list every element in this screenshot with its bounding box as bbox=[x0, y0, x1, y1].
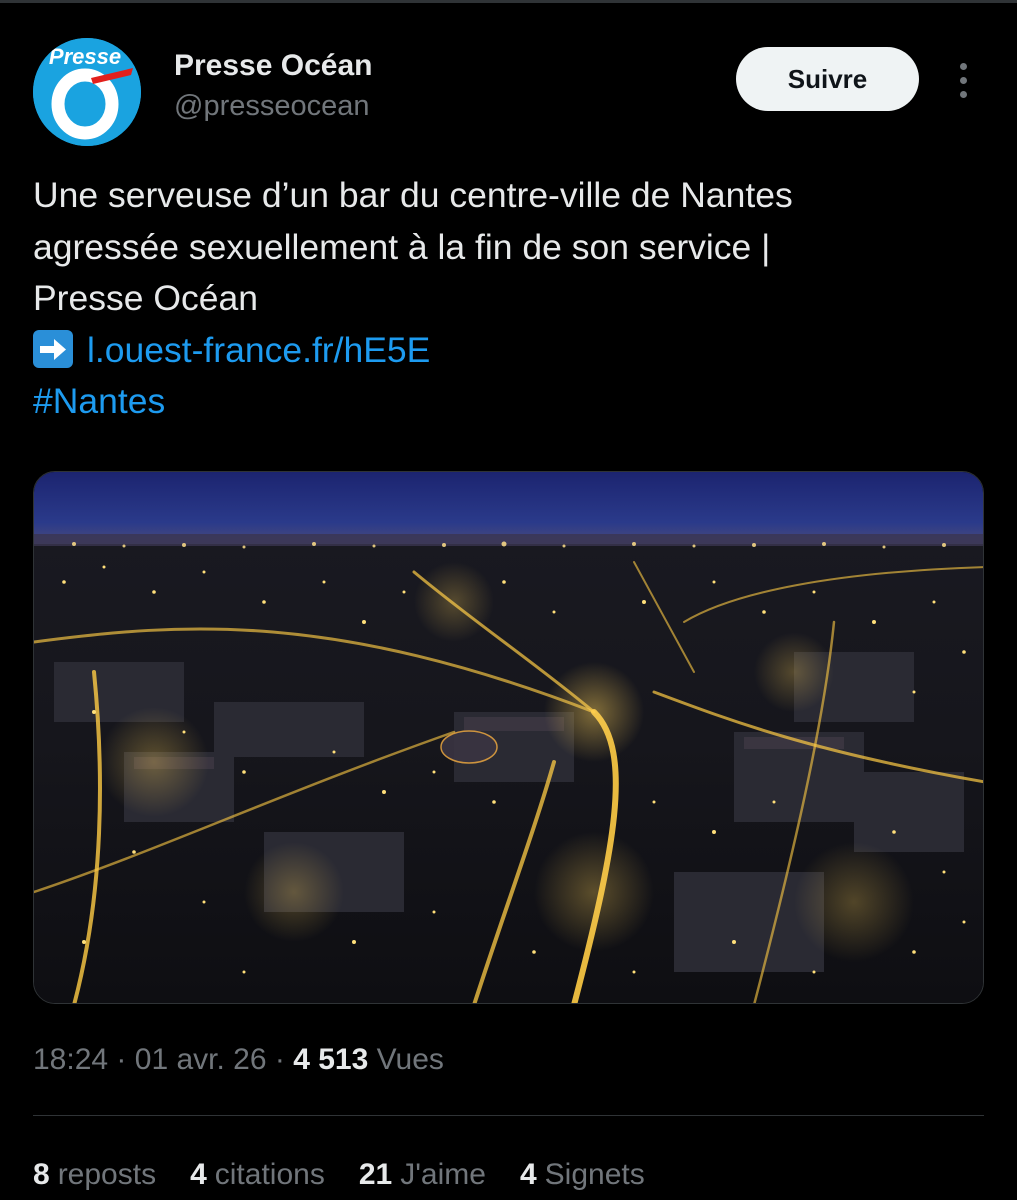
hashtag-link[interactable]: #Nantes bbox=[33, 381, 165, 421]
tweet-text: Une serveuse d’un bar du centre-ville de… bbox=[33, 170, 983, 428]
views-label: Vues bbox=[376, 1043, 444, 1076]
author-handle[interactable]: @presseocean bbox=[174, 90, 370, 123]
dot bbox=[959, 62, 967, 70]
separator: · bbox=[116, 1043, 127, 1076]
right-arrow-emoji-icon bbox=[33, 329, 73, 368]
tweet-time[interactable]: 18:24 bbox=[33, 1043, 108, 1076]
separator: · bbox=[274, 1043, 285, 1076]
bookmarks-stat[interactable]: 4 Signets bbox=[520, 1158, 645, 1192]
likes-stat[interactable]: 21 J'aime bbox=[359, 1158, 486, 1192]
presse-ocean-logo-icon: Presse bbox=[33, 38, 141, 146]
stat-count: 8 bbox=[33, 1158, 50, 1191]
stat-label: Signets bbox=[544, 1158, 645, 1191]
stat-label: reposts bbox=[57, 1158, 157, 1191]
views-count: 4 513 bbox=[293, 1043, 369, 1076]
tweet-link-line: l.ouest-france.fr/hE5E bbox=[33, 325, 983, 377]
city-night-aerial-photo bbox=[34, 472, 983, 1003]
author-display-name[interactable]: Presse Océan bbox=[174, 49, 372, 83]
tweet-photo[interactable] bbox=[33, 471, 984, 1004]
engagement-stats: 8 reposts 4 citations 21 J'aime 4 Signets bbox=[33, 1158, 645, 1192]
tweet-date[interactable]: 01 avr. 26 bbox=[135, 1043, 267, 1076]
citations-stat[interactable]: 4 citations bbox=[190, 1158, 325, 1192]
stat-count: 21 bbox=[358, 1158, 393, 1191]
reposts-stat[interactable]: 8 reposts bbox=[33, 1158, 156, 1192]
avatar[interactable]: Presse bbox=[33, 38, 141, 146]
tweet-text-line: agressée sexuellement à la fin de son se… bbox=[33, 226, 771, 267]
divider bbox=[33, 1115, 984, 1116]
dot bbox=[959, 76, 967, 84]
stat-count: 4 bbox=[519, 1158, 537, 1191]
stat-label: citations bbox=[214, 1158, 325, 1191]
dot bbox=[959, 90, 967, 98]
tweet-text-line: Presse Océan bbox=[33, 278, 258, 318]
tweet-meta: 18:24 · 01 avr. 26 · 4 513 Vues bbox=[33, 1043, 444, 1077]
stat-label: J'aime bbox=[400, 1158, 486, 1191]
more-options-icon[interactable] bbox=[945, 58, 981, 102]
stat-count: 4 bbox=[190, 1158, 207, 1191]
follow-button[interactable]: Suivre bbox=[736, 47, 919, 111]
top-divider bbox=[0, 0, 1017, 3]
tweet-text-line: Une serveuse d’un bar du centre-ville de… bbox=[33, 175, 793, 215]
avatar-logo-text: Presse bbox=[49, 44, 121, 69]
tweet-link[interactable]: l.ouest-france.fr/hE5E bbox=[87, 330, 430, 370]
